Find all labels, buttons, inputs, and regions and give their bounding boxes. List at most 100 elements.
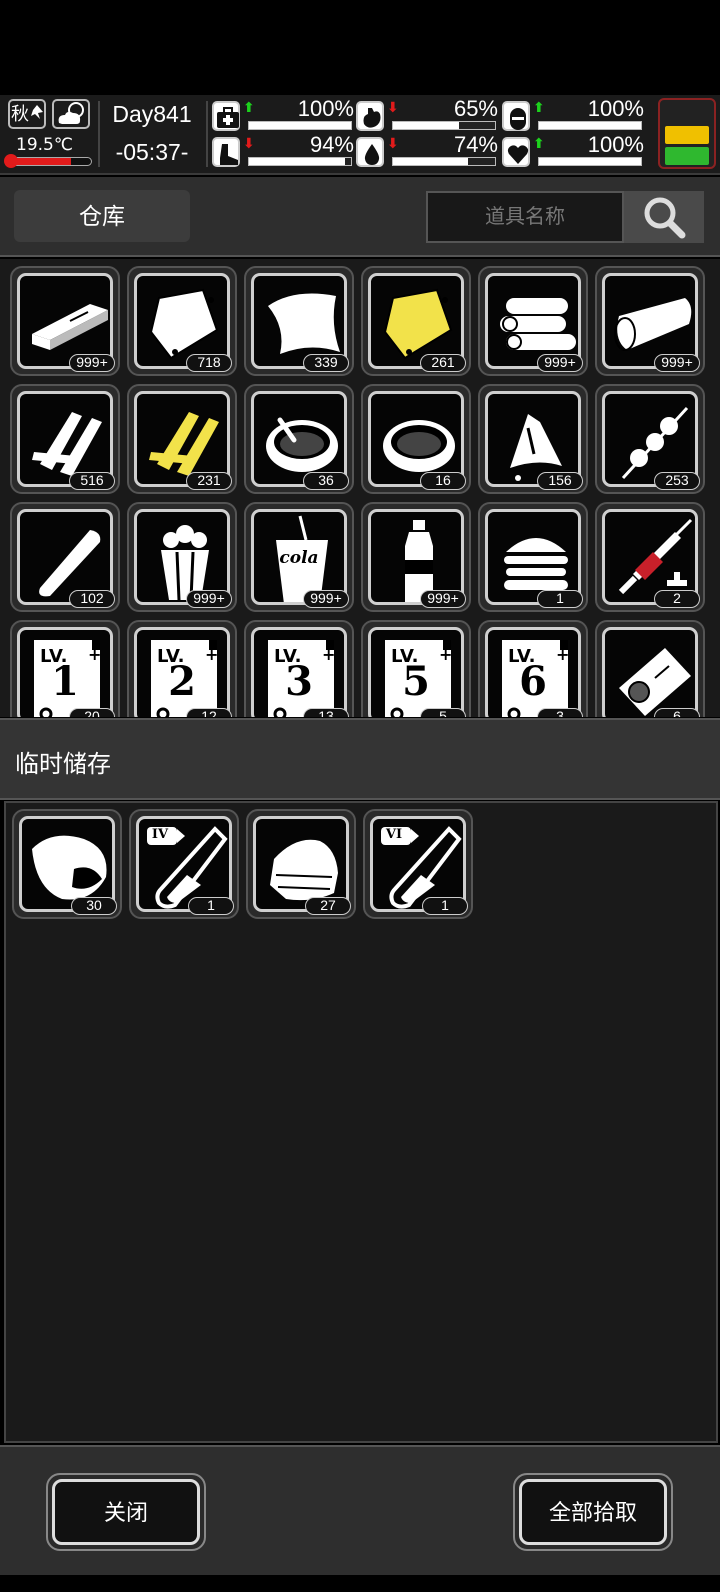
stat-value: 74% — [453, 132, 498, 157]
inventory-slot[interactable]: 16 — [361, 384, 471, 494]
foot-icon — [212, 137, 240, 167]
inventory-slot[interactable]: 6 — [595, 620, 705, 717]
stat-bar-fill — [539, 158, 641, 165]
id-ticket-icon — [602, 627, 698, 717]
inventory-slot[interactable]: 2 — [595, 502, 705, 612]
inventory-slot[interactable]: IV 1 — [129, 809, 239, 919]
heart-icon — [502, 137, 530, 167]
inventory-slot[interactable]: 999+ — [361, 502, 471, 612]
item-quantity: 27 — [305, 897, 351, 915]
stat-bar-fill — [249, 122, 351, 129]
thirst-stat: ⬇ 74% — [356, 132, 498, 168]
inventory-slot[interactable]: 30 — [12, 809, 122, 919]
item-quantity: 261 — [420, 354, 466, 372]
inventory-slot[interactable]: LV. +5 5 — [361, 620, 471, 717]
item-label: 5 — [402, 658, 430, 705]
item-quantity: 718 — [186, 354, 232, 372]
item-quantity: 16 — [420, 472, 466, 490]
weather-indicator — [52, 99, 90, 129]
inventory-slot[interactable]: cola 999+ — [244, 502, 354, 612]
item-quantity: 999+ — [420, 590, 466, 608]
search-input[interactable]: 道具名称 — [426, 191, 624, 243]
inventory-slot[interactable]: 156 — [478, 384, 588, 494]
medkit-icon — [212, 101, 240, 131]
temp-storage-title: 临时储存 — [15, 751, 111, 778]
item-quantity: 3 — [537, 708, 583, 717]
temperature-bar — [8, 157, 92, 166]
stat-bar — [538, 121, 642, 130]
warehouse-header: 仓库 道具名称 — [0, 177, 720, 257]
water-drop-icon — [356, 137, 384, 167]
inventory-slot[interactable]: LV. +1 20 — [10, 620, 120, 717]
inventory-slot[interactable]: 27 — [246, 809, 356, 919]
close-button[interactable]: 关闭 — [46, 1473, 206, 1551]
battery-cell — [665, 126, 709, 144]
item-quantity: 1 — [422, 897, 468, 915]
pickup-all-button[interactable]: 全部拾取 — [513, 1473, 673, 1551]
item-quantity: 1 — [188, 897, 234, 915]
game-clock: -05:37- — [115, 139, 189, 165]
inventory-slot[interactable]: 999+ — [478, 266, 588, 376]
inventory-slot[interactable]: 231 — [127, 384, 237, 494]
temperature-fill — [9, 158, 71, 165]
item-quantity: 6 — [654, 708, 700, 717]
item-quantity: 999+ — [69, 354, 115, 372]
item-quantity: 156 — [537, 472, 583, 490]
search-button[interactable] — [624, 191, 704, 243]
stat-value: 100% — [587, 96, 644, 121]
item-quantity: 999+ — [186, 590, 232, 608]
inventory-slot[interactable]: 253 — [595, 384, 705, 494]
stamina-stat: ⬇ 94% — [212, 132, 354, 168]
arrow-up-icon: ⬆ — [243, 99, 255, 115]
inventory-slot[interactable]: LV. +2 12 — [127, 620, 237, 717]
stat-bar — [392, 157, 496, 166]
arrow-down-icon: ⬇ — [243, 135, 255, 151]
status-bar: 秋 19.5℃ Day841 -05:37- ⬆ 100% ⬇ 65% ⬆ 100% ⬇ 94… — [0, 95, 720, 175]
warehouse-grid[interactable]: 999+ 718 339 261 999+ 999+ 516 231 36 16 156 253 102… — [0, 259, 720, 717]
health-stat: ⬆ 100% — [212, 96, 354, 132]
inventory-slot[interactable]: VI 1 — [363, 809, 473, 919]
stat-bar — [248, 157, 352, 166]
leaf-icon — [31, 105, 43, 119]
pickup-all-button-label: 全部拾取 — [519, 1479, 667, 1545]
item-quantity: 13 — [303, 708, 349, 717]
battery-cell — [665, 105, 709, 123]
inventory-slot[interactable]: 718 — [127, 266, 237, 376]
mood-stat: ⬆ 100% — [502, 132, 644, 168]
stat-bar-fill — [249, 158, 345, 165]
item-tier-label: IV — [151, 827, 169, 842]
stat-bar-fill — [393, 158, 469, 165]
item-quantity: 2 — [654, 590, 700, 608]
season-indicator: 秋 — [8, 99, 46, 129]
item-label: 3 — [285, 658, 313, 705]
temperature-label: 19.5℃ — [16, 135, 73, 155]
inventory-slot[interactable]: 36 — [244, 384, 354, 494]
inventory-slot[interactable]: LV. +3 13 — [244, 620, 354, 717]
item-quantity: 12 — [186, 708, 232, 717]
inventory-slot[interactable]: 516 — [10, 384, 120, 494]
stat-bar-fill — [393, 122, 460, 129]
inventory-slot[interactable]: 999+ — [10, 266, 120, 376]
stat-value: 100% — [587, 132, 644, 157]
temp-storage-grid[interactable]: 30 IV 1 27 VI 1 — [4, 801, 718, 1443]
inventory-slot[interactable]: 999+ — [595, 266, 705, 376]
item-quantity: 1 — [537, 590, 583, 608]
tab-warehouse[interactable]: 仓库 — [14, 190, 190, 242]
item-quantity: 20 — [69, 708, 115, 717]
inventory-slot[interactable]: 339 — [244, 266, 354, 376]
inventory-slot[interactable]: 102 — [10, 502, 120, 612]
stomach-icon — [356, 101, 384, 131]
inventory-slot[interactable]: 261 — [361, 266, 471, 376]
inventory-slot[interactable]: 999+ — [127, 502, 237, 612]
inventory-slot[interactable]: LV. +6 3 — [478, 620, 588, 717]
item-label: 1 — [51, 658, 79, 705]
battery-cell — [665, 147, 709, 165]
item-quantity: 253 — [654, 472, 700, 490]
item-tier-label: VI — [385, 827, 403, 842]
item-quantity: 231 — [186, 472, 232, 490]
inventory-slot[interactable]: 1 — [478, 502, 588, 612]
divider — [206, 101, 208, 167]
item-quantity: 999+ — [537, 354, 583, 372]
stat-value: 94% — [309, 132, 354, 157]
stat-bar — [248, 121, 352, 130]
